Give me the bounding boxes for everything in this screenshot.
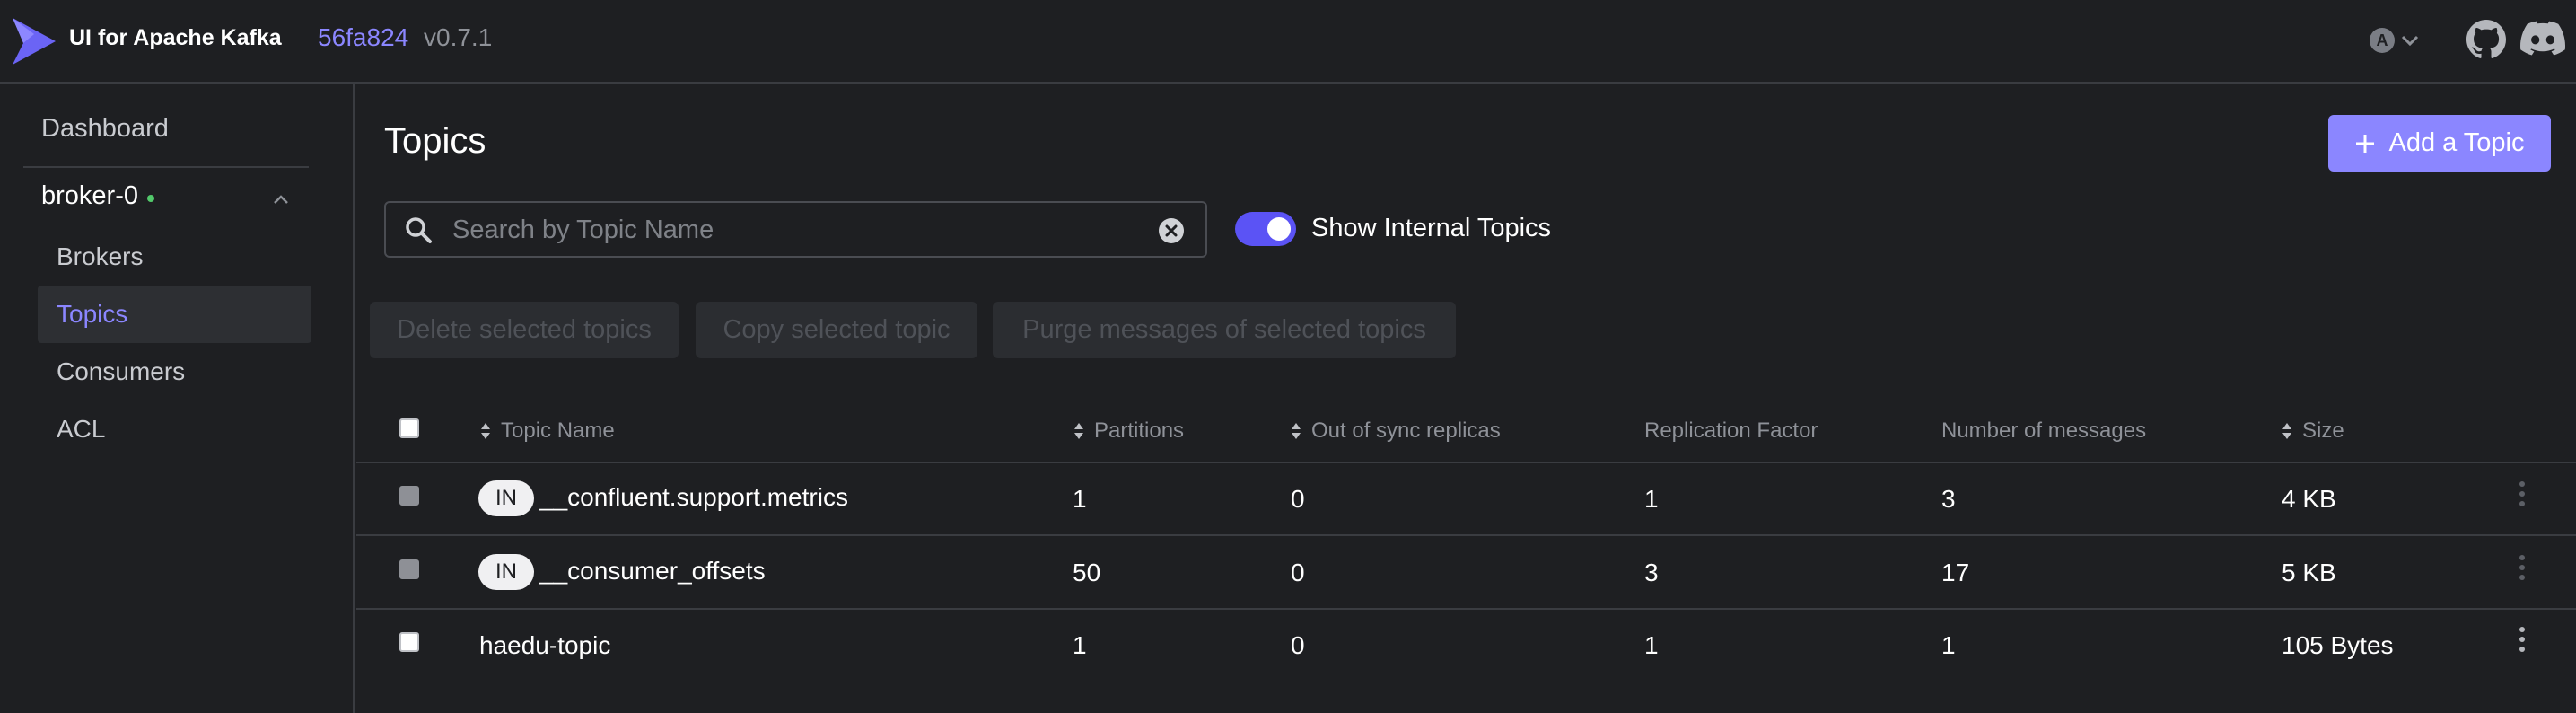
replication-factor-cell: 3 [1644, 559, 1659, 586]
clear-search-icon[interactable] [1158, 217, 1185, 244]
column-header-number-of-messages: Number of messages [1941, 418, 2146, 444]
partitions-cell: 50 [1073, 559, 1101, 586]
header-label: Number of messages [1941, 418, 2147, 443]
delete-selected-topics-button[interactable]: Delete selected topics [370, 302, 679, 358]
sort-icon [1074, 423, 1083, 439]
sort-icon [481, 423, 490, 439]
version-label: v0.7.1 [424, 23, 493, 51]
size-cell: 4 KB [2282, 485, 2336, 513]
add-topic-label: Add a Topic [2388, 128, 2525, 157]
topic-name-link[interactable]: haedu-topic [479, 631, 610, 660]
header-label: Size [2302, 418, 2344, 443]
more-actions-icon[interactable] [2517, 481, 2528, 514]
topic-name-link[interactable]: __consumer_offsets [539, 557, 766, 585]
page-title: Topics [384, 121, 486, 161]
chevron-up-icon[interactable] [269, 191, 293, 207]
messages-cell: 17 [1941, 559, 1970, 586]
github-icon[interactable] [2466, 20, 2506, 59]
app-title[interactable]: UI for Apache Kafka [69, 25, 282, 51]
row-checkbox[interactable] [399, 632, 419, 652]
header-label: Topic Name [501, 418, 615, 443]
column-header-topic-name[interactable]: Topic Name [479, 418, 615, 444]
table-divider [356, 462, 2576, 463]
kafka-ui-logo-icon[interactable] [11, 16, 57, 66]
column-header-size[interactable]: Size [2281, 418, 2344, 444]
chevron-down-icon [2401, 35, 2419, 47]
column-header-partitions[interactable]: Partitions [1073, 418, 1184, 444]
internal-badge: IN [478, 554, 534, 590]
header-label: Partitions [1094, 418, 1185, 443]
sidebar-item-acl[interactable]: ACL [38, 401, 311, 458]
sidebar-item-dashboard[interactable]: Dashboard [41, 114, 169, 144]
cluster-toggle[interactable]: broker-0 [41, 181, 154, 211]
search-input[interactable] [451, 203, 1145, 258]
select-all-checkbox[interactable] [399, 418, 419, 438]
more-actions-icon[interactable] [2517, 555, 2528, 587]
sidebar-item-brokers[interactable]: Brokers [38, 228, 311, 286]
toggle-knob [1267, 217, 1291, 241]
sidebar-item-consumers[interactable]: Consumers [38, 343, 311, 401]
messages-cell: 1 [1941, 631, 1956, 659]
user-avatar: A [2370, 28, 2395, 53]
header-label: Out of sync replicas [1311, 418, 1501, 443]
commit-link[interactable]: 56fa824 [318, 23, 408, 52]
user-menu[interactable]: A [2370, 23, 2432, 57]
show-internal-topics-label: Show Internal Topics [1311, 214, 1552, 242]
size-cell: 105 Bytes [2282, 631, 2394, 659]
search-box [384, 201, 1207, 258]
top-navbar: UI for Apache Kafka 56fa824 v0.7.1 A [0, 0, 2576, 84]
row-checkbox [399, 486, 419, 506]
partitions-cell: 1 [1073, 631, 1087, 659]
sidebar-divider [23, 166, 309, 168]
cluster-name: broker-0 [41, 181, 138, 210]
sort-icon [2282, 423, 2291, 439]
column-header-out-of-sync[interactable]: Out of sync replicas [1290, 418, 1501, 444]
replication-factor-cell: 1 [1644, 485, 1659, 513]
add-topic-button[interactable]: Add a Topic [2328, 115, 2551, 172]
row-checkbox [399, 559, 419, 579]
sort-icon [1292, 423, 1301, 439]
table-divider [356, 534, 2576, 536]
column-header-replication-factor: Replication Factor [1644, 418, 1818, 444]
replication-factor-cell: 1 [1644, 631, 1659, 659]
more-actions-icon[interactable] [2517, 627, 2528, 659]
size-cell: 5 KB [2282, 559, 2336, 586]
header-label: Replication Factor [1644, 418, 1818, 443]
plus-icon [2356, 134, 2375, 153]
table-divider [356, 608, 2576, 610]
out-of-sync-cell: 0 [1291, 631, 1305, 659]
cluster-status-dot [147, 194, 154, 202]
purge-messages-button[interactable]: Purge messages of selected topics [993, 302, 1456, 358]
partitions-cell: 1 [1073, 485, 1087, 513]
messages-cell: 3 [1941, 485, 1956, 513]
topic-name-link[interactable]: __confluent.support.metrics [539, 483, 848, 512]
sidebar: Dashboard broker-0 Brokers Topics Consum… [0, 84, 355, 713]
sidebar-item-topics[interactable]: Topics [38, 286, 311, 343]
discord-icon[interactable] [2520, 20, 2565, 59]
copy-selected-topic-button[interactable]: Copy selected topic [696, 302, 977, 358]
out-of-sync-cell: 0 [1291, 559, 1305, 586]
show-internal-topics-toggle[interactable] [1235, 212, 1296, 246]
out-of-sync-cell: 0 [1291, 485, 1305, 513]
internal-badge: IN [478, 480, 534, 516]
search-icon [406, 217, 432, 243]
